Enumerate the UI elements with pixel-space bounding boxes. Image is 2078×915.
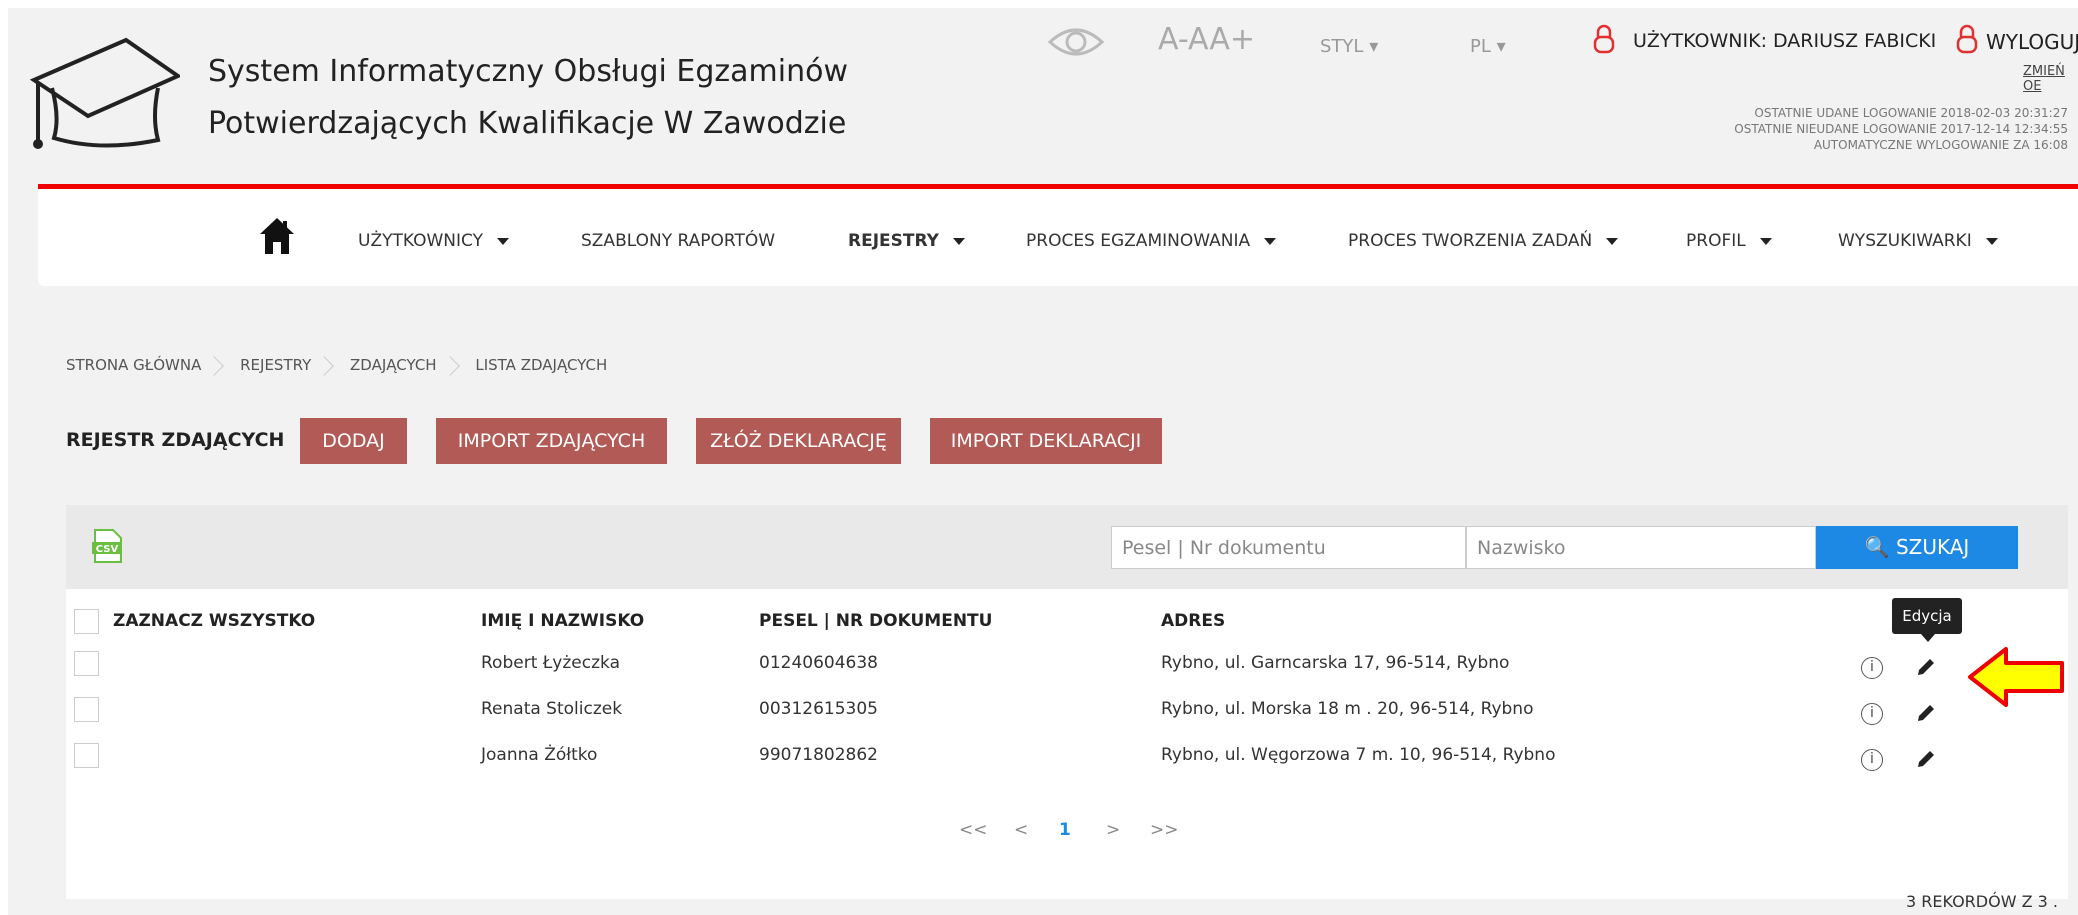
row-name: Renata Stoliczek — [481, 699, 623, 719]
search-button[interactable]: 🔍 SZUKAJ — [1816, 526, 2018, 569]
nav-item-users-label: UŻYTKOWNICY — [358, 231, 483, 251]
nav-item-registers-label: REJESTRY — [848, 231, 939, 251]
last-login-failed: OSTATNIE NIEUDANE LOGOWANIE 2017-12-14 1… — [1734, 122, 2068, 136]
logout-link[interactable]: WYLOGUJ — [1986, 30, 2078, 54]
row-checkbox[interactable] — [74, 697, 99, 722]
caret-down-icon — [1264, 237, 1277, 245]
language-dropdown[interactable]: PL ▾ — [1470, 36, 1506, 57]
pagination-first[interactable]: << — [959, 820, 988, 840]
caret-down-icon — [1606, 237, 1619, 245]
nav-item-users[interactable]: UŻYTKOWNICY — [358, 231, 509, 251]
nav-item-report-templates-label: SZABLONY RAPORTÓW — [581, 231, 776, 251]
caret-down-icon: ▾ — [1369, 36, 1379, 57]
row-checkbox[interactable] — [74, 651, 99, 676]
chevron-right-icon — [204, 355, 225, 376]
auto-logout-timer: AUTOMATYCZNE WYLOGOWANIE ZA 16:08 — [1813, 138, 2068, 152]
edit-pencil-icon[interactable] — [1916, 657, 1936, 677]
nav-item-task-creation-label: PROCES TWORZENIA ZADAŃ — [1348, 231, 1593, 251]
add-button[interactable]: DODAJ — [300, 418, 407, 464]
import-candidates-button[interactable]: IMPORT ZDAJĄCYCH — [436, 418, 667, 464]
pagination-last[interactable]: >> — [1150, 820, 1179, 840]
nav-item-exam-process[interactable]: PROCES EGZAMINOWANIA — [1026, 231, 1277, 251]
submit-declaration-button[interactable]: ZŁÓŻ DEKLARACJĘ — [696, 418, 901, 464]
csv-label: CSV — [96, 544, 119, 555]
font-size-control[interactable]: A-AA+ — [1158, 22, 1255, 57]
main-nav: UŻYTKOWNICY SZABLONY RAPORTÓW REJESTRY P… — [38, 189, 2078, 286]
row-address: Rybno, ul. Węgorzowa 7 m. 10, 96-514, Ry… — [1161, 745, 1556, 765]
column-header-pesel: PESEL | NR DOKUMENTU — [759, 611, 993, 631]
user-label: UŻYTKOWNIK: DARIUSZ FABICKI — [1633, 30, 1937, 52]
row-checkbox[interactable] — [74, 743, 99, 768]
chevron-right-icon — [314, 355, 335, 376]
edit-tooltip: Edycja — [1892, 598, 1962, 642]
nav-item-search-engines[interactable]: WYSZUKIWARKI — [1838, 231, 1998, 251]
import-declarations-button[interactable]: IMPORT DEKLARACJI — [930, 418, 1162, 464]
row-address: Rybno, ul. Garncarska 17, 96-514, Rybno — [1161, 653, 1510, 673]
page-title: REJESTR ZDAJĄCYCH — [66, 429, 285, 451]
row-name: Joanna Żółtko — [481, 745, 598, 765]
csv-export-icon[interactable]: CSV — [92, 529, 122, 567]
search-button-label: SZUKAJ — [1895, 535, 1970, 559]
home-icon[interactable] — [260, 217, 294, 259]
breadcrumb-candidate-list: LISTA ZDAJĄCYCH — [475, 356, 608, 374]
language-label: PL — [1470, 36, 1491, 57]
column-header-name: IMIĘ I NAZWISKO — [481, 611, 645, 631]
chevron-right-icon — [439, 355, 460, 376]
edit-pencil-icon[interactable] — [1916, 749, 1936, 769]
breadcrumb: STRONA GŁÓWNA REJESTRY ZDAJĄCYCH LISTA Z… — [66, 355, 608, 376]
eye-icon[interactable] — [1047, 24, 1105, 65]
edit-pencil-icon[interactable] — [1916, 703, 1936, 723]
surname-search-input[interactable] — [1466, 526, 1816, 569]
last-login-ok: OSTATNIE UDANE LOGOWANIE 2018-02-03 20:3… — [1754, 106, 2068, 120]
nav-item-profile[interactable]: PROFIL — [1686, 231, 1772, 251]
change-oe-link[interactable]: ZMIEŃ OE — [2023, 64, 2078, 94]
row-pesel: 01240604638 — [759, 653, 878, 673]
logout-lock-icon — [1956, 24, 1978, 54]
row-pesel: 99071802862 — [759, 745, 878, 765]
column-header-address: ADRES — [1161, 611, 1226, 631]
arrow-left-icon — [1966, 646, 2066, 712]
caret-down-icon — [952, 237, 965, 245]
caret-down-icon — [1985, 237, 1998, 245]
caret-down-icon: ▾ — [1496, 36, 1506, 57]
site-title: System Informatyczny Obsługi Egzaminów P… — [208, 46, 848, 150]
records-count: 3 REKORDÓW Z 3 . — [1905, 892, 2058, 911]
info-icon[interactable]: i — [1861, 703, 1883, 725]
pagination-current[interactable]: 1 — [1059, 820, 1071, 840]
style-label: STYL — [1320, 36, 1364, 57]
search-icon: 🔍 — [1864, 535, 1890, 559]
caret-down-icon — [1759, 237, 1772, 245]
nav-item-profile-label: PROFIL — [1686, 231, 1746, 251]
pagination-next[interactable]: > — [1106, 820, 1120, 840]
nav-item-search-engines-label: WYSZUKIWARKI — [1838, 231, 1972, 251]
breadcrumb-candidates[interactable]: ZDAJĄCYCH — [350, 356, 437, 374]
graduation-cap-logo — [29, 36, 183, 155]
user-lock-icon — [1593, 24, 1615, 54]
style-dropdown[interactable]: STYL ▾ — [1320, 36, 1378, 57]
nav-item-exam-process-label: PROCES EGZAMINOWANIA — [1026, 231, 1251, 251]
site-title-line-2: Potwierdzających Kwalifikacje W Zawodzie — [208, 106, 847, 141]
site-title-line-1: System Informatyczny Obsługi Egzaminów — [208, 54, 848, 89]
breadcrumb-home[interactable]: STRONA GŁÓWNA — [66, 356, 201, 374]
pagination-prev[interactable]: < — [1014, 820, 1028, 840]
page-frame: System Informatyczny Obsługi Egzaminów P… — [8, 8, 2078, 915]
nav-item-report-templates[interactable]: SZABLONY RAPORTÓW — [581, 231, 775, 251]
row-address: Rybno, ul. Morska 18 m . 20, 96-514, Ryb… — [1161, 699, 1534, 719]
row-name: Robert Łyżeczka — [481, 653, 620, 673]
info-icon[interactable]: i — [1861, 657, 1883, 679]
select-all-checkbox[interactable] — [74, 609, 99, 634]
candidate-table: ZAZNACZ WSZYSTKO IMIĘ I NAZWISKO PESEL |… — [66, 589, 2068, 911]
breadcrumb-registers[interactable]: REJESTRY — [240, 356, 311, 374]
pesel-search-input[interactable] — [1111, 526, 1466, 569]
caret-down-icon — [496, 237, 509, 245]
info-icon[interactable]: i — [1861, 749, 1883, 771]
select-all-label[interactable]: ZAZNACZ WSZYSTKO — [113, 611, 315, 631]
nav-item-task-creation[interactable]: PROCES TWORZENIA ZADAŃ — [1348, 231, 1619, 251]
nav-item-registers[interactable]: REJESTRY — [848, 231, 965, 251]
row-pesel: 00312615305 — [759, 699, 878, 719]
